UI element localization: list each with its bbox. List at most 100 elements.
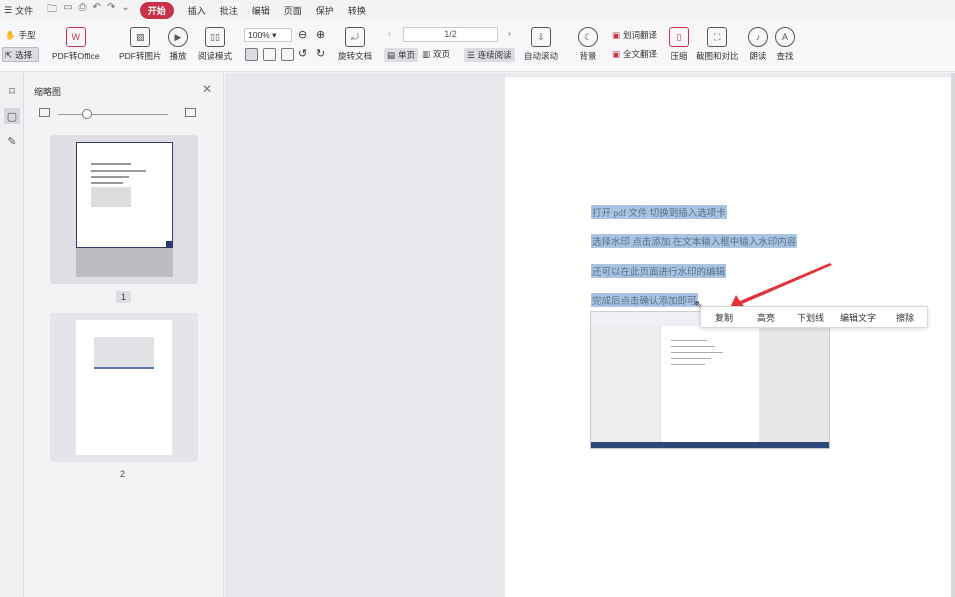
compress-label: 压缩	[670, 51, 688, 61]
ribbon-toolbar: ✋ 手型 ⇱ 选择 W PDF转Office ▨ PDF转图片 ▶ 播放 ▯▯ …	[0, 20, 955, 72]
save-icon[interactable]: ▭	[63, 2, 72, 19]
tab-insert[interactable]: 插入	[188, 4, 206, 17]
close-icon[interactable]: ✕	[202, 82, 212, 96]
moon-icon: ☾	[578, 27, 598, 47]
read-mode-button[interactable]: ▯▯ 阅读模式	[198, 27, 232, 62]
tab-convert[interactable]: 转换	[348, 4, 366, 17]
tab-page[interactable]: 页面	[284, 4, 302, 17]
page-number-input[interactable]: 1/2	[403, 27, 498, 42]
full-translate-button[interactable]: ▣ 全文翻译	[612, 48, 657, 60]
thumbnail-card-1[interactable]	[50, 135, 198, 284]
full-translate-icon: ▣	[612, 48, 621, 59]
thumbnail-page-number: 2	[120, 469, 126, 479]
rotate-left-icon[interactable]: ↺	[298, 47, 307, 60]
document-text-line[interactable]: 还可以在此页面进行水印的编辑	[591, 264, 727, 278]
pdf-to-office-label: PDF转Office	[52, 51, 100, 61]
thumbnail-icon[interactable]: ▢	[4, 108, 20, 124]
microphone-icon: ♪	[748, 27, 768, 47]
double-page-label: 双页	[433, 49, 451, 59]
print-icon[interactable]: ⎙	[79, 2, 87, 19]
thumbnail-card-2[interactable]	[50, 313, 198, 462]
continuous-read-label: 连续阅读	[477, 50, 512, 60]
book-icon: ▯▯	[205, 27, 225, 47]
auto-scroll-button[interactable]: ⇩ 自动滚动	[524, 27, 558, 62]
read-mode-label: 阅读模式	[198, 51, 233, 61]
screenshot-compare-label: 截图和对比	[696, 51, 739, 61]
document-text-line[interactable]: 完成后点击确认添加即可	[591, 293, 698, 307]
edit-text-menu-item[interactable]: 编辑文字	[840, 311, 876, 324]
thumbnail-panel-title: 缩略图	[34, 87, 62, 97]
left-icon-bar: ⌑ ▢ ✎	[0, 73, 24, 597]
word-translate-button[interactable]: ▣ 划词翻译	[612, 29, 657, 41]
next-page-icon[interactable]: ›	[508, 28, 511, 38]
double-page-button[interactable]: ▥ 双页	[422, 48, 450, 60]
redo-icon[interactable]: ↷	[107, 2, 115, 19]
file-menu-label: 文件	[15, 5, 34, 16]
fit-width-icon[interactable]	[263, 48, 276, 61]
compress-icon: ▯	[669, 27, 689, 47]
thumbnail-size-slider[interactable]	[58, 114, 168, 115]
thumbnail-page-2	[76, 320, 172, 455]
single-page-icon: ▤	[387, 49, 396, 60]
find-button[interactable]: A 查找	[775, 27, 795, 62]
thumbnail-page-number: 1	[116, 291, 132, 303]
single-page-button[interactable]: ▤ 单页	[384, 48, 419, 62]
undo-icon[interactable]: ↶	[93, 2, 101, 19]
fit-page-icon[interactable]	[245, 48, 258, 61]
menu-bar: ☰ 文件 🗀 ▭ ⎙ ↶ ↷ ⌄ 开始 插入 批注 编辑 页面 保护 转换	[0, 0, 955, 20]
large-thumb-icon[interactable]	[185, 108, 196, 117]
double-page-icon: ▥	[422, 48, 431, 59]
auto-scroll-label: 自动滚动	[524, 51, 559, 61]
rotate-right-icon[interactable]: ↻	[316, 47, 325, 60]
tab-protect[interactable]: 保护	[316, 4, 334, 17]
cursor-icon: ⇱	[5, 49, 13, 60]
highlight-menu-item[interactable]: 高亮	[757, 311, 775, 324]
document-text-line[interactable]: 打开 pdf 文件 切换到插入选项卡	[591, 205, 727, 219]
auto-scroll-icon: ⇩	[531, 27, 551, 47]
embedded-screenshot-image[interactable]	[590, 311, 830, 449]
pdf-to-office-button[interactable]: W PDF转Office	[52, 27, 100, 62]
hand-tool-label: 手型	[18, 30, 36, 40]
read-aloud-label: 朗读	[749, 51, 767, 61]
translate-icon: ▣	[612, 29, 621, 40]
select-tool-button[interactable]: ⇱ 选择	[5, 49, 32, 61]
hand-tool-button[interactable]: ✋ 手型	[5, 29, 36, 41]
read-aloud-button[interactable]: ♪ 朗读	[748, 27, 768, 62]
play-label: 播放	[169, 51, 187, 61]
thumbnail-panel: 缩略图 ✕ 1 2	[24, 73, 224, 597]
vertical-scrollbar[interactable]	[951, 73, 955, 597]
play-button[interactable]: ▶ 播放	[168, 27, 188, 62]
signature-icon[interactable]: ✎	[4, 133, 20, 149]
document-text-line[interactable]: 选择水印 点击添加 在文本输入框中输入水印内容	[591, 234, 798, 248]
erase-menu-item[interactable]: 擦除	[896, 311, 914, 324]
bookmark-icon[interactable]: ⌑	[4, 83, 20, 99]
screenshot-icon: ⛶	[707, 27, 728, 47]
prev-page-icon[interactable]: ‹	[388, 28, 391, 38]
tab-annotate[interactable]: 批注	[220, 4, 238, 17]
word-translate-label: 划词翻译	[623, 30, 658, 40]
chevron-down-icon[interactable]: ⌄	[121, 2, 129, 19]
tab-home[interactable]: 开始	[139, 1, 174, 19]
text-context-menu: 复制 高亮 下划线 编辑文字 擦除	[700, 306, 928, 328]
rotate-doc-label: 旋转文档	[338, 51, 373, 61]
rotate-doc-button[interactable]: ⤾ 旋转文档	[338, 27, 372, 62]
zoom-in-icon[interactable]: ⊕	[316, 28, 325, 41]
background-button[interactable]: ☾ 背景	[578, 27, 598, 62]
slider-handle[interactable]	[82, 109, 92, 119]
screenshot-compare-button[interactable]: ⛶ 截图和对比	[696, 27, 739, 62]
small-thumb-icon[interactable]	[39, 108, 50, 117]
rotate-doc-icon: ⤾	[345, 27, 365, 47]
copy-menu-item[interactable]: 复制	[715, 311, 733, 324]
continuous-read-button[interactable]: ☰ 连续阅读	[464, 48, 515, 62]
pdf-to-image-button[interactable]: ▨ PDF转图片	[119, 27, 162, 62]
full-translate-label: 全文翻译	[623, 49, 658, 59]
underline-menu-item[interactable]: 下划线	[797, 311, 824, 324]
open-folder-icon[interactable]: 🗀	[47, 2, 57, 19]
quick-access-toolbar: 🗀 ▭ ⎙ ↶ ↷ ⌄	[47, 2, 130, 19]
tab-edit[interactable]: 编辑	[252, 4, 270, 17]
actual-size-icon[interactable]	[281, 48, 294, 61]
compress-button[interactable]: ▯ 压缩	[669, 27, 689, 62]
zoom-out-icon[interactable]: ⊖	[298, 28, 307, 41]
zoom-select[interactable]: 100% ▾	[244, 28, 292, 42]
file-menu[interactable]: ☰ 文件	[4, 4, 33, 17]
